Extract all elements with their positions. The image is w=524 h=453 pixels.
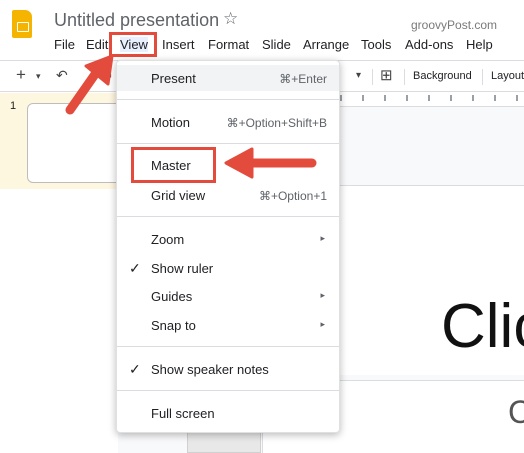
menu-item-label: Present xyxy=(151,71,196,86)
menu-item-show-speaker-notes[interactable]: ✓ Show speaker notes xyxy=(117,356,339,382)
comment-add-icon[interactable]: ⊞ xyxy=(380,66,393,84)
document-title[interactable]: Untitled presentation xyxy=(54,10,219,31)
watermark-text: groovyPost.com xyxy=(411,18,498,32)
slide-number: 1 xyxy=(10,100,17,112)
menu-divider xyxy=(117,346,339,347)
annotation-arrow-left-icon xyxy=(224,147,317,179)
menu-item-snap-to[interactable]: Snap to ▸ xyxy=(117,312,339,338)
checkmark-icon: ✓ xyxy=(129,260,141,276)
menu-item-label: Show ruler xyxy=(151,261,214,276)
slide-subtitle-placeholder[interactable]: C xyxy=(508,396,524,428)
menu-item-label: Guides xyxy=(151,289,193,304)
menu-item-guides[interactable]: Guides ▸ xyxy=(117,283,339,309)
view-menu-dropdown: Present ⌘+Enter Motion ⌘+Option+Shift+B … xyxy=(116,60,340,433)
menu-item-label: Grid view xyxy=(151,188,206,203)
menu-slide[interactable]: Slide xyxy=(262,37,291,52)
submenu-arrow-icon: ▸ xyxy=(320,233,325,243)
annotation-arrow-up-icon xyxy=(65,54,114,115)
menu-format[interactable]: Format xyxy=(208,37,249,52)
new-slide-dropdown-icon[interactable]: ▾ xyxy=(36,71,41,82)
menu-item-shortcut: ⌘+Option+1 xyxy=(258,189,327,203)
menu-divider xyxy=(117,216,339,217)
menu-item-shortcut: ⌘+Enter xyxy=(279,72,327,86)
menu-insert[interactable]: Insert xyxy=(162,37,195,52)
menu-item-present[interactable]: Present ⌘+Enter xyxy=(117,65,339,91)
menu-item-show-ruler[interactable]: ✓ Show ruler xyxy=(117,255,339,281)
menu-item-zoom[interactable]: Zoom ▸ xyxy=(117,226,339,252)
submenu-arrow-icon: ▸ xyxy=(320,290,325,300)
toolbar-divider xyxy=(404,69,405,85)
horizontal-scrollbar[interactable] xyxy=(187,432,261,453)
menu-item-full-screen[interactable]: Full screen xyxy=(117,400,339,426)
menu-tools[interactable]: Tools xyxy=(361,37,391,52)
background-button[interactable]: Background xyxy=(413,70,472,82)
menu-edit[interactable]: Edit xyxy=(86,37,108,52)
slides-logo-icon[interactable] xyxy=(12,10,32,38)
checkmark-icon: ✓ xyxy=(129,361,141,377)
menu-arrange[interactable]: Arrange xyxy=(303,37,349,52)
menu-item-motion[interactable]: Motion ⌘+Option+Shift+B xyxy=(117,109,339,135)
menu-item-label: Show speaker notes xyxy=(151,362,269,377)
master-highlight-box xyxy=(131,147,216,183)
submenu-arrow-icon: ▸ xyxy=(320,319,325,329)
menu-item-label: Zoom xyxy=(151,232,185,247)
menu-divider xyxy=(117,390,339,391)
menu-item-shortcut: ⌘+Option+Shift+B xyxy=(226,116,327,130)
menu-item-grid-view[interactable]: Grid view ⌘+Option+1 xyxy=(117,182,339,208)
layout-button[interactable]: Layout xyxy=(491,70,524,82)
menu-addons[interactable]: Add-ons xyxy=(405,37,453,52)
menu-item-label: Snap to xyxy=(151,318,196,333)
menu-item-label: Full screen xyxy=(151,406,215,421)
menu-item-label: Motion xyxy=(151,115,191,130)
slide-title-placeholder[interactable]: Clic xyxy=(441,296,524,358)
menu-file[interactable]: File xyxy=(54,37,75,52)
star-icon[interactable]: ☆ xyxy=(223,9,238,29)
new-slide-button[interactable]: + xyxy=(16,65,26,85)
menu-help[interactable]: Help xyxy=(466,37,493,52)
toolbar-divider xyxy=(482,69,483,85)
toolbar-divider xyxy=(372,69,373,85)
shape-dropdown-icon[interactable]: ▾ xyxy=(356,70,361,81)
menu-divider xyxy=(117,99,339,100)
